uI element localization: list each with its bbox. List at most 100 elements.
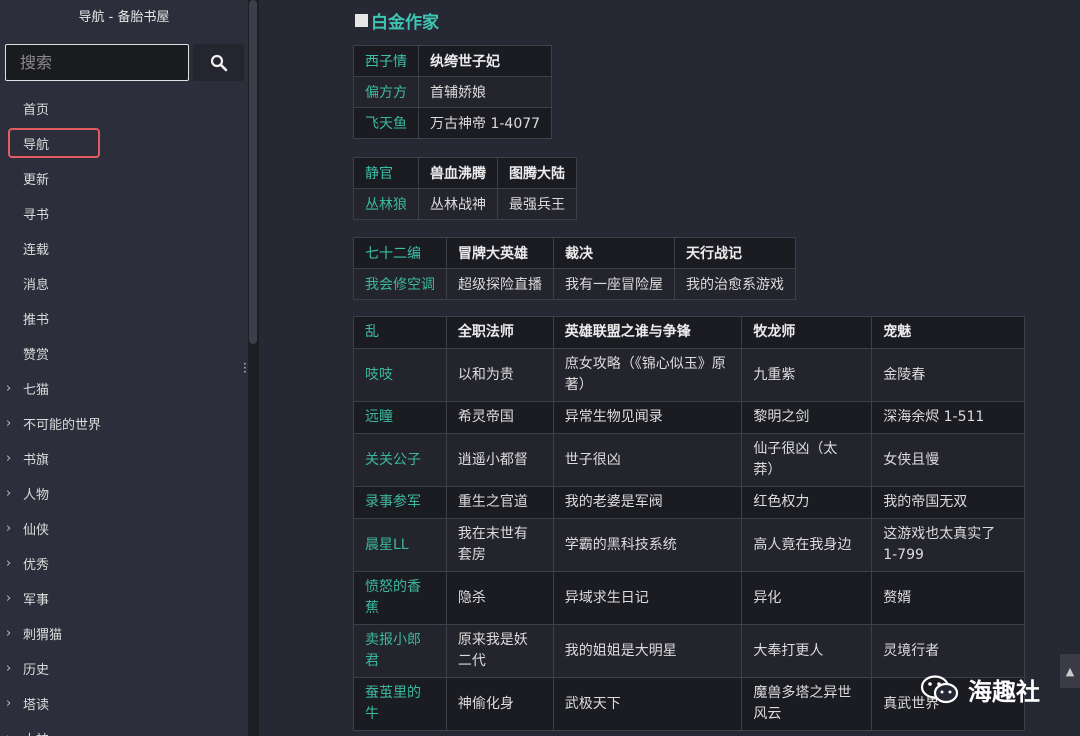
sidebar-item[interactable]: › 人物 <box>0 476 248 511</box>
sidebar-item-label: 历史 <box>23 663 50 678</box>
author-link[interactable]: 飞天鱼 <box>353 107 419 139</box>
author-table-3: 七十二编 冒牌大英雄 裁决 天行战记我会修空调 超级探险直播 我有一座冒险屋 我的治愈系游戏 <box>353 237 796 300</box>
book-link[interactable]: 九重紫 <box>741 348 873 402</box>
book-link[interactable]: 宠魅 <box>871 316 1025 349</box>
author-link[interactable]: 关关公子 <box>353 433 447 487</box>
sidebar-item[interactable]: 寻书 <box>0 196 248 231</box>
book-link[interactable]: 首辅娇娘 <box>417 76 553 108</box>
book-link[interactable]: 异化 <box>741 571 873 625</box>
author-link[interactable]: 我会修空调 <box>353 268 447 300</box>
author-link[interactable]: 吱吱 <box>353 348 447 402</box>
sidebar-item[interactable]: › 军事 <box>0 581 248 616</box>
sidebar-item-label: 优秀 <box>23 558 50 573</box>
book-link[interactable]: 英雄联盟之谁与争锋 <box>552 316 743 349</box>
sidebar-item[interactable]: 消息 <box>0 266 248 301</box>
book-link[interactable]: 丛林战神 <box>418 188 498 220</box>
sidebar-item[interactable]: › 不可能的世界 <box>0 406 248 441</box>
sidebar-item[interactable]: › 优秀 <box>0 546 248 581</box>
book-link[interactable]: 我在末世有套房 <box>445 518 554 572</box>
table-row: 乱全职法师 英雄联盟之谁与争锋 牧龙师 宠魅 <box>353 316 1025 349</box>
book-link[interactable]: 万古神帝 1-4077 <box>417 107 553 139</box>
book-link[interactable]: 金陵春 <box>871 348 1025 402</box>
table-row: 西子情 纨绔世子妃 <box>353 45 553 77</box>
author-link[interactable]: 偏方方 <box>353 76 419 108</box>
book-link[interactable]: 天行战记 <box>674 237 796 269</box>
sidebar-item-label: 仙侠 <box>23 523 50 538</box>
sidebar-item[interactable]: 赞赏 <box>0 336 248 371</box>
book-link[interactable]: 灵境行者 <box>871 624 1025 678</box>
author-link[interactable]: 静官 <box>353 157 419 189</box>
sidebar-item[interactable]: › 书旗 <box>0 441 248 476</box>
sidebar-scrollbar-thumb[interactable] <box>249 0 257 344</box>
sidebar-item[interactable]: › 七猫 <box>0 371 248 406</box>
resize-handle[interactable]: · · · <box>243 358 247 378</box>
sidebar-item[interactable]: › 仙侠 <box>0 511 248 546</box>
book-link[interactable]: 大奉打更人 <box>741 624 873 678</box>
book-link[interactable]: 我有一座冒险屋 <box>553 268 675 300</box>
book-link[interactable]: 魔兽多塔之异世风云 <box>741 677 873 731</box>
book-link[interactable]: 赘婿 <box>871 571 1025 625</box>
sidebar-item[interactable]: 首页 <box>0 91 248 126</box>
search-input[interactable] <box>5 44 189 81</box>
book-link[interactable]: 裁决 <box>553 237 675 269</box>
book-link[interactable]: 世子很凶 <box>552 433 743 487</box>
book-link[interactable]: 仙子很凶（太 莽） <box>741 433 873 487</box>
book-link[interactable]: 超级探险直播 <box>446 268 554 300</box>
book-link[interactable]: 深海余烬 1-511 <box>871 401 1025 434</box>
author-link[interactable]: 远瞳 <box>353 401 447 434</box>
book-link[interactable]: 我的老婆是军阀 <box>552 486 743 519</box>
table-row: 录事参军 重生之官道 我的老婆是军阀 红色权力 我的帝国无双 <box>353 486 1025 519</box>
author-link[interactable]: 丛林狼 <box>353 188 419 220</box>
book-link[interactable]: 逍遥小都督 <box>445 433 554 487</box>
book-link[interactable]: 学霸的黑科技系统 <box>552 518 743 572</box>
book-link[interactable]: 冒牌大英雄 <box>446 237 554 269</box>
scroll-top-button[interactable]: ▲ <box>1060 654 1080 688</box>
author-link[interactable]: 七十二编 <box>353 237 447 269</box>
book-link[interactable]: 纨绔世子妃 <box>417 45 553 77</box>
search-button[interactable] <box>193 44 244 81</box>
author-link[interactable]: 西子情 <box>353 45 419 77</box>
book-link[interactable]: 牧龙师 <box>741 316 873 349</box>
chevron-right-icon: › <box>6 731 11 736</box>
chevron-right-icon: › <box>6 660 12 676</box>
sidebar-item[interactable]: 更新 <box>0 161 248 196</box>
book-link[interactable]: 兽血沸腾 <box>418 157 498 189</box>
author-link[interactable]: 乱 <box>353 316 447 349</box>
book-link[interactable]: 我的姐姐是大明星 <box>552 624 743 678</box>
book-link[interactable]: 异常生物见闻录 <box>552 401 743 434</box>
table-row: 飞天鱼 万古神帝 1-4077 <box>353 107 553 139</box>
book-link[interactable]: 庶女攻略（《锦心似玉》原著） <box>552 348 743 402</box>
author-link[interactable]: 录事参军 <box>353 486 447 519</box>
book-link[interactable]: 图腾大陆 <box>497 157 577 189</box>
author-link[interactable]: 卖报小郎君 <box>353 624 447 678</box>
book-link[interactable]: 希灵帝国 <box>445 401 554 434</box>
book-link[interactable]: 红色权力 <box>741 486 873 519</box>
sidebar-item[interactable]: › 刺猬猫 <box>0 616 248 651</box>
book-link[interactable]: 高人竟在我身边 <box>741 518 873 572</box>
sidebar-item[interactable]: › 历史 <box>0 651 248 686</box>
book-link[interactable]: 神偷化身 <box>445 677 554 731</box>
author-link[interactable]: 晨星LL <box>353 518 447 572</box>
sidebar-item[interactable]: 导航 <box>0 126 248 161</box>
sidebar-item[interactable]: 连载 <box>0 231 248 266</box>
book-link[interactable]: 武极天下 <box>552 677 743 731</box>
search-icon <box>210 54 227 71</box>
main-content: 白金作家 西子情 纨绔世子妃 偏方方 首辅娇娘 飞天鱼 万古神帝 1-4077 静官 兽血沸… <box>259 0 1080 736</box>
book-link[interactable]: 我的治愈系游戏 <box>674 268 796 300</box>
book-link[interactable]: 全职法师 <box>445 316 554 349</box>
sidebar-item[interactable]: › 大神 <box>0 721 248 736</box>
book-link[interactable]: 原来我是妖二代 <box>445 624 554 678</box>
book-link[interactable]: 黎明之剑 <box>741 401 873 434</box>
book-link[interactable]: 异域求生日记 <box>552 571 743 625</box>
author-link[interactable]: 蚕茧里的牛 <box>353 677 447 731</box>
book-link[interactable]: 最强兵王 <box>497 188 577 220</box>
book-link[interactable]: 以和为贵 <box>445 348 554 402</box>
author-link[interactable]: 愤怒的香蕉 <box>353 571 447 625</box>
book-link[interactable]: 女侠且慢 <box>871 433 1025 487</box>
book-link[interactable]: 我的帝国无双 <box>871 486 1025 519</box>
book-link[interactable]: 重生之官道 <box>445 486 554 519</box>
book-link[interactable]: 隐杀 <box>445 571 554 625</box>
book-link[interactable]: 这游戏也太真实了 1-799 <box>871 518 1025 572</box>
sidebar-item[interactable]: › 塔读 <box>0 686 248 721</box>
sidebar-item[interactable]: 推书 <box>0 301 248 336</box>
